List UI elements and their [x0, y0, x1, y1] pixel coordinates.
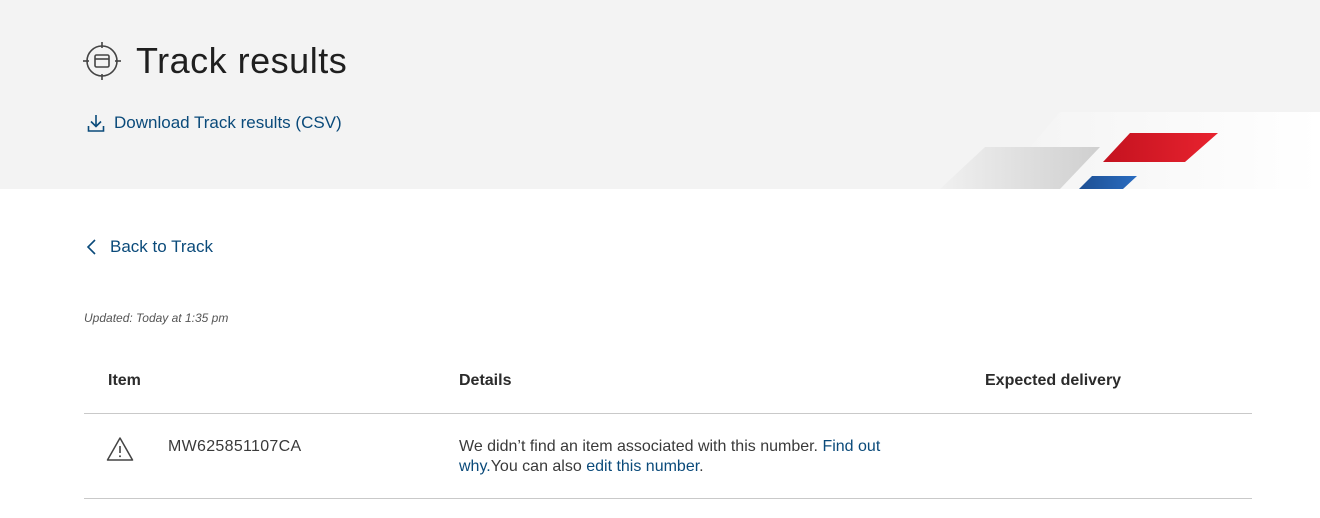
tracking-number: MW625851107CA: [168, 438, 302, 455]
column-header-expected-delivery: Expected delivery: [985, 372, 1122, 389]
details-trailing: .: [699, 458, 704, 475]
edit-number-link[interactable]: edit this number: [586, 458, 699, 475]
download-csv-label: Download Track results (CSV): [114, 113, 342, 132]
updated-timestamp: Updated: Today at 1:35 pm: [84, 311, 229, 325]
brand-swoosh-graphic: [940, 112, 1320, 189]
page-title: Track results: [136, 40, 348, 81]
column-header-item: Item: [108, 372, 141, 389]
back-to-track-label: Back to Track: [110, 237, 213, 256]
back-to-track-link[interactable]: Back to Track: [86, 237, 213, 257]
warning-icon: [106, 436, 134, 462]
column-header-details: Details: [459, 372, 512, 389]
details-text: We didn’t find an item associated with t…: [459, 438, 818, 455]
page-header: Track results Download Track results (CS…: [0, 0, 1320, 189]
table-header: Item Details Expected delivery: [84, 360, 1252, 414]
chevron-left-icon: [86, 238, 98, 256]
title-row: Track results: [83, 40, 347, 82]
target-box-icon: [83, 42, 121, 80]
download-icon: [86, 113, 106, 133]
download-csv-link[interactable]: Download Track results (CSV): [86, 113, 342, 133]
details-cell: We didn’t find an item associated with t…: [459, 437, 929, 477]
you-can-also-text: You can also: [490, 458, 582, 475]
table-row: MW625851107CA We didn’t find an item ass…: [84, 414, 1252, 499]
track-results-table: Item Details Expected delivery MW6258511…: [84, 360, 1252, 499]
